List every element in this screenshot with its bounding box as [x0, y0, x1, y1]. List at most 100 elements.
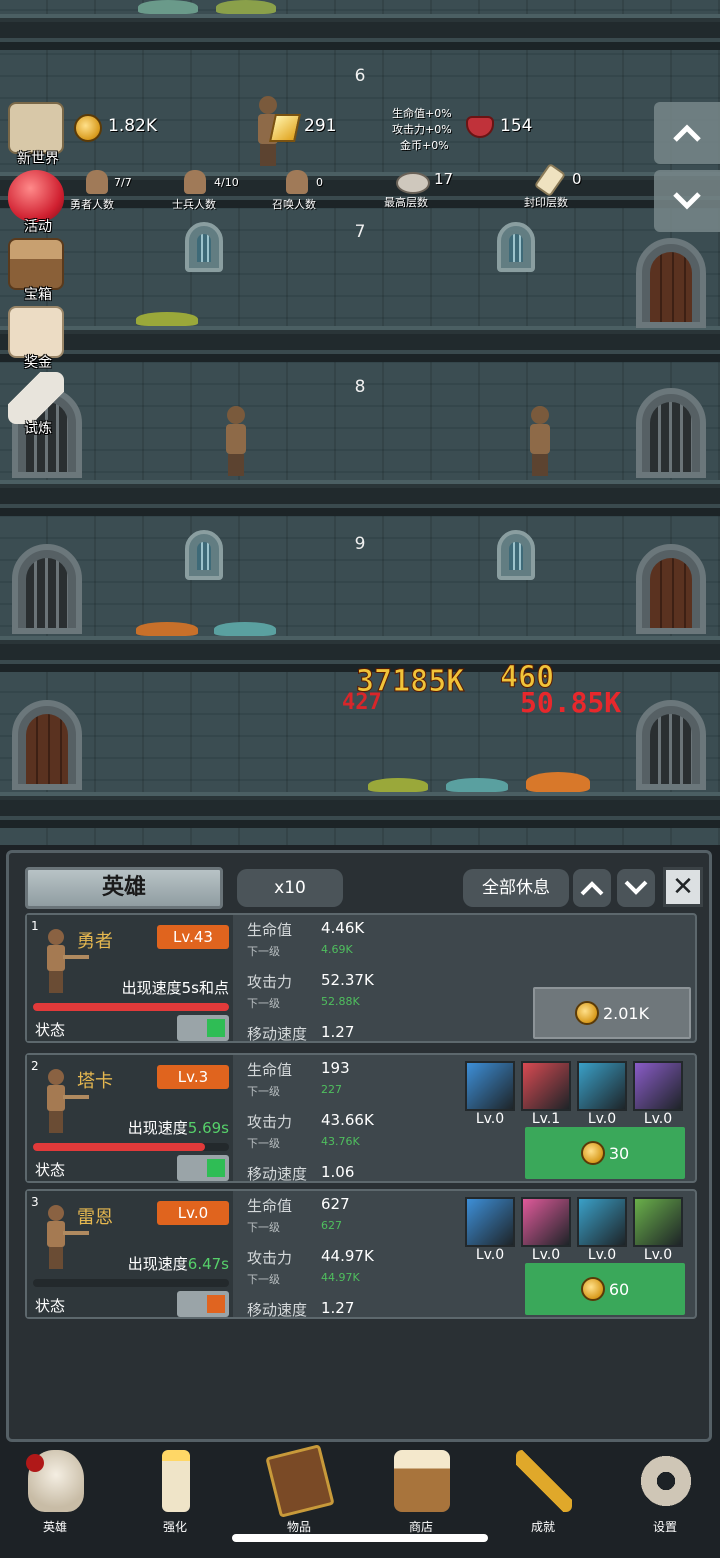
hero-count-value: 7/7 [114, 176, 132, 189]
nav-shop[interactable]: 商店 [366, 1450, 476, 1536]
speed-label: 移动速度 [247, 1165, 308, 1183]
gold-amount: 1.82K [108, 116, 157, 136]
dungeon-door [636, 544, 706, 634]
nav-achievements[interactable]: 成就 [488, 1450, 598, 1536]
hero-name: 雷恩 [77, 1207, 113, 1228]
equipment-level: Lv.0 [475, 1111, 505, 1127]
nav-settings[interactable]: 设置 [610, 1450, 720, 1536]
dungeon-gate [636, 388, 706, 478]
gold-bar-amount: 291 [304, 116, 337, 136]
equipment-level: Lv.0 [587, 1111, 617, 1127]
upgrade-button[interactable]: 60 [525, 1263, 685, 1315]
hp-next-value: 227 [321, 1083, 342, 1096]
home-indicator[interactable] [232, 1534, 488, 1542]
hero-hp-bar [33, 1279, 229, 1287]
next-level-label: 下一级 [247, 1273, 280, 1286]
menu-bonus[interactable]: 奖金 [6, 306, 68, 371]
slime-enemy [136, 622, 198, 636]
gem-amount: 154 [500, 116, 533, 136]
hero-name: 塔卡 [77, 1071, 113, 1092]
hero-spawn-speed: 出现速度5s和点 [121, 979, 229, 997]
floor-number: 9 [354, 534, 366, 554]
leaf-equipment-slot[interactable] [633, 1197, 683, 1247]
hero-tab-title[interactable]: 英雄 [25, 867, 223, 909]
multiplier-button[interactable]: x10 [237, 869, 343, 907]
menu-trial[interactable]: 试炼 [6, 372, 68, 437]
hero-card[interactable]: 2 塔卡 Lv.3 出现速度5.69s 状态 生命值 193 下一级 227 攻… [25, 1053, 697, 1183]
hero-card[interactable]: 1 勇者 Lv.43 出现速度5s和点 状态 生命值 4.46K 下一级 4.6… [25, 913, 697, 1043]
sword-equipment-slot[interactable] [465, 1197, 515, 1247]
battleaxe-equipment-slot[interactable] [521, 1061, 571, 1111]
soldier-count-icon [184, 170, 206, 194]
floor-number: 7 [354, 222, 366, 242]
chevron-down-icon [673, 192, 701, 210]
rest-all-button[interactable]: 全部休息 [463, 869, 569, 907]
close-button[interactable]: ✕ [663, 867, 703, 907]
nav-heroes[interactable]: 英雄 [0, 1450, 110, 1536]
sort-down-button[interactable] [617, 869, 655, 907]
floor-ledge [0, 14, 720, 50]
hero-summary: 1 勇者 Lv.43 出现速度5s和点 状态 [27, 915, 233, 1041]
max-floor-label: 最高层数 [384, 196, 428, 209]
dungeon-gate [636, 700, 706, 790]
envelope-icon [8, 306, 64, 358]
equipment-level: Lv.0 [587, 1247, 617, 1263]
hero-index: 3 [31, 1195, 39, 1209]
floor-ledge [0, 326, 720, 362]
boots-equipment-slot[interactable] [577, 1197, 627, 1247]
next-level-label: 下一级 [247, 945, 280, 958]
hero-level-badge: Lv.3 [157, 1065, 229, 1089]
menu-new-world[interactable]: 新世界 [6, 102, 68, 167]
hero-hp-bar [33, 1003, 229, 1011]
upgrade-button[interactable]: 30 [525, 1127, 685, 1179]
axe-equipment-slot[interactable] [465, 1061, 515, 1111]
hp-next-value: 4.69K [321, 943, 353, 956]
buff-atk: 攻击力+0% [392, 123, 452, 136]
dungeon-scene: 6 7 8 9 37185K 460 427 50.85K 1.82K 291 … [0, 0, 720, 845]
floor-ledge [0, 792, 720, 828]
dagger-equipment-slot[interactable] [521, 1197, 571, 1247]
menu-event[interactable]: 活动 [6, 170, 68, 235]
hero-state-toggle[interactable] [177, 1155, 229, 1181]
slime-enemy [526, 772, 590, 792]
floor-number: 8 [354, 377, 366, 397]
gauntlet-equipment-slot[interactable] [633, 1061, 683, 1111]
hero-unit [222, 406, 248, 476]
coin-icon [574, 1001, 599, 1025]
next-level-label: 下一级 [247, 1137, 280, 1150]
equipment-level: Lv.0 [475, 1247, 505, 1263]
hero-state-toggle[interactable] [177, 1015, 229, 1041]
sort-up-button[interactable] [573, 869, 611, 907]
scroll-down-button[interactable] [654, 170, 720, 232]
buff-gold: 金币+0% [400, 139, 449, 152]
upgrade-cost: 2.01K [602, 1003, 650, 1023]
boots-equipment-slot[interactable] [577, 1061, 627, 1111]
hero-state-toggle[interactable] [177, 1291, 229, 1317]
damage-number: 50.85K [520, 686, 622, 719]
menu-chest[interactable]: 宝箱 [6, 238, 68, 303]
atk-label: 攻击力 [247, 1113, 293, 1131]
atk-next-value: 43.76K [321, 1135, 360, 1148]
slime-enemy [368, 778, 428, 792]
floor-number: 6 [354, 66, 366, 86]
atk-label: 攻击力 [247, 973, 293, 991]
hero-summary: 3 雷恩 Lv.0 出现速度6.47s 状态 [27, 1191, 233, 1317]
chest-icon [8, 238, 64, 290]
chevron-up-icon [673, 124, 701, 142]
close-icon: ✕ [672, 872, 694, 902]
upgrade-cost: 30 [608, 1143, 630, 1163]
hero-state-label: 状态 [35, 1021, 66, 1039]
hero-spawn-speed: 出现速度6.47s [127, 1255, 229, 1273]
equipment-level: Lv.1 [531, 1111, 561, 1127]
coin-icon [74, 114, 102, 142]
dungeon-window [185, 530, 223, 580]
nav-items[interactable]: 物品 [244, 1444, 354, 1536]
summon-count-label: 召唤人数 [272, 198, 316, 211]
nav-enhance[interactable]: 强化 [120, 1450, 230, 1536]
floor-ledge [0, 480, 720, 516]
dungeon-window [497, 222, 535, 272]
scroll-up-button[interactable] [654, 102, 720, 164]
hero-card[interactable]: 3 雷恩 Lv.0 出现速度6.47s 状态 生命值 627 下一级 627 攻… [25, 1189, 697, 1319]
next-level-label: 下一级 [247, 1221, 280, 1234]
upgrade-button[interactable]: 2.01K [533, 987, 691, 1039]
